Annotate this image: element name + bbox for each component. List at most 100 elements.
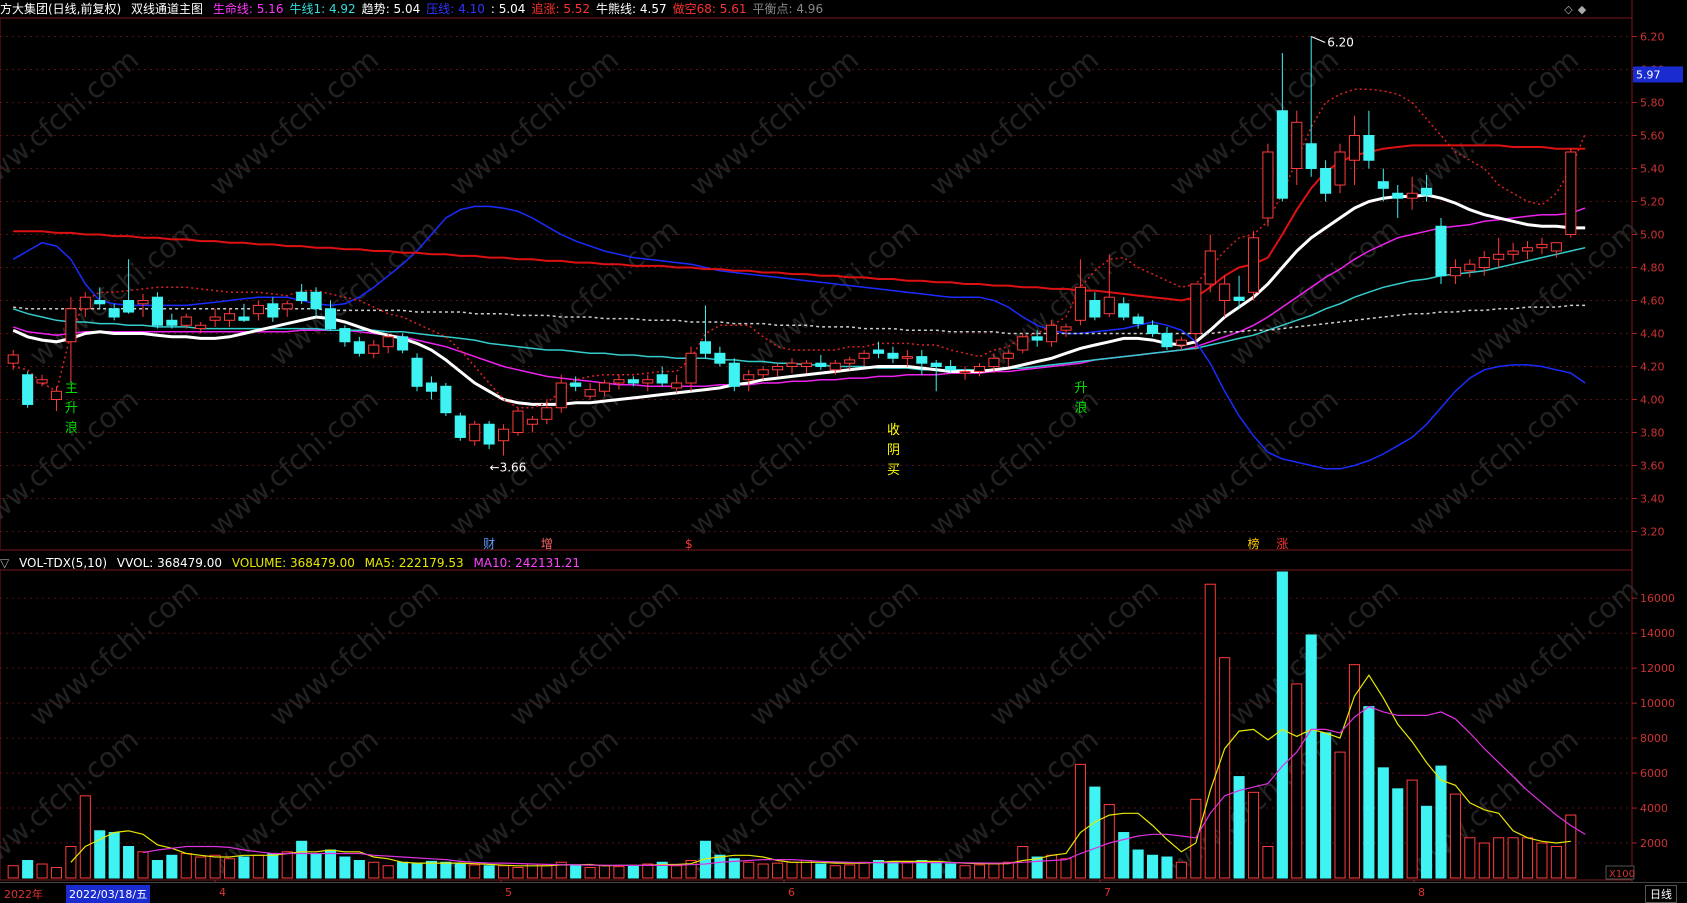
watermark-text: www.cfchi.com [443,723,625,883]
vol-indicator-name[interactable]: VOL-TDX(5,10) [19,556,107,570]
month-label: 5 [505,886,512,899]
volume-bar [786,861,798,879]
candle-body [772,366,784,371]
arrow-down-icon[interactable]: ◆ [1577,3,1587,16]
indicator-label: 牛熊线 [596,2,633,16]
volume-bar [79,795,91,879]
volume-bar [368,861,380,879]
stock-title[interactable]: 方大集团(日线,前复权) [0,2,121,16]
watermark-text: www.cfchi.com [1403,43,1585,203]
candle-body [1291,121,1303,170]
candle-body [281,303,293,310]
candle-body [252,304,264,315]
candle-body [368,344,380,354]
candle-body [137,300,149,305]
price-tick-label: 5.00 [1640,229,1665,242]
volume-bar [382,865,394,879]
volume-bar [1161,856,1173,879]
watermark-text: www.cfchi.com [683,43,865,203]
price-tick-label: 4.00 [1640,394,1665,407]
price-tick-label: 4.60 [1640,295,1665,308]
volume-bar [598,865,611,879]
chart-canvas[interactable]: www.cfchi.comwww.cfchi.comwww.cfchi.comw… [0,0,1687,902]
colon: : [632,2,640,16]
indicator-item: 趋势: 5.04 [362,2,421,16]
volume-bar [757,863,769,879]
candle-body [642,379,654,384]
candle-body [50,390,63,400]
volume-bar [642,863,654,879]
volume-bar [541,865,553,879]
volume-tick-label: 16000 [1640,592,1675,605]
watermark-text: www.cfchi.com [1463,213,1645,373]
candle-body [1060,326,1072,331]
volume-bar [844,864,856,879]
candle-body [613,379,625,384]
watermark-text: www.cfchi.com [1463,573,1645,733]
vvol-value: VVOL: 368479.00 [116,556,223,570]
colon: : [490,2,499,16]
price-tick-label: 3.60 [1640,460,1665,473]
candle-body [757,369,769,376]
min-price-label: ←3.66 [490,461,527,475]
candle-body [598,382,611,392]
candle-body [382,336,394,348]
period-selector[interactable]: 日线 [1645,885,1677,903]
volume-bar [772,862,784,879]
indicator-item: 压线: 4.10 [426,2,485,16]
diamond-icon[interactable]: ◇ [1564,3,1574,16]
volume-bar [1521,837,1534,879]
watermark-text: www.cfchi.com [683,383,865,543]
candle-body [1334,151,1346,186]
candle-body [988,357,1000,367]
candle-body [151,296,163,326]
candle-body [1305,143,1317,169]
candle-body [1132,316,1144,325]
candle-body [1478,257,1490,269]
volume-bar [123,846,135,879]
candle-body [656,374,668,384]
header-tool-icons[interactable]: ◇ ◆ [1564,3,1588,16]
volume-bar [36,863,48,879]
month-label: 7 [1104,886,1111,899]
volume-bar [901,861,913,879]
volume-bar [324,849,337,879]
volume-bar [858,861,870,879]
candle-body [1435,225,1447,277]
candle-body [195,324,207,330]
price-tick-label: 5.40 [1640,163,1665,176]
signal-char: 浪 [65,421,78,436]
candle-body [339,328,351,343]
volume-bar [1464,837,1476,879]
candle-body [123,300,135,313]
volume-bar [815,863,827,879]
volume-bar [1276,571,1288,879]
volume-bar [281,851,293,879]
watermark-text: www.cfchi.com [743,573,925,733]
candle-body [1175,339,1187,346]
candle-body [166,319,178,326]
price-tick-label: 6.20 [1640,31,1665,44]
candle-body [238,316,250,321]
indicator-item: 追涨: 5.52 [531,2,590,16]
volume-tick-label: 12000 [1640,662,1675,675]
price-tick-label: 3.80 [1640,427,1665,440]
indicator-name[interactable]: 双线通道主图 [131,2,203,16]
indicator-item: 生命线: 5.16 [213,2,284,16]
signal-char: 主 [65,381,78,396]
watermark-text: www.cfchi.com [443,43,625,203]
candle-body [512,410,524,433]
collapse-icon[interactable]: ▽ [0,556,9,570]
watermark-text: www.cfchi.com [1403,383,1585,543]
candle-body [36,379,48,384]
price-tick-label: 5.60 [1640,130,1665,143]
candle-body [469,423,481,442]
volume-bar [1363,706,1375,879]
month-label: 6 [788,886,795,899]
candle-body [1046,324,1058,343]
watermark-text: www.cfchi.com [743,213,925,373]
indicator-values: 生命线: 5.16 牛线1: 4.92 趋势: 5.04 压线: 4.10: 5.04… [213,2,829,16]
volume-bar [1449,793,1461,879]
volume-tick-label: 4000 [1640,802,1668,815]
colon: : [321,2,329,16]
